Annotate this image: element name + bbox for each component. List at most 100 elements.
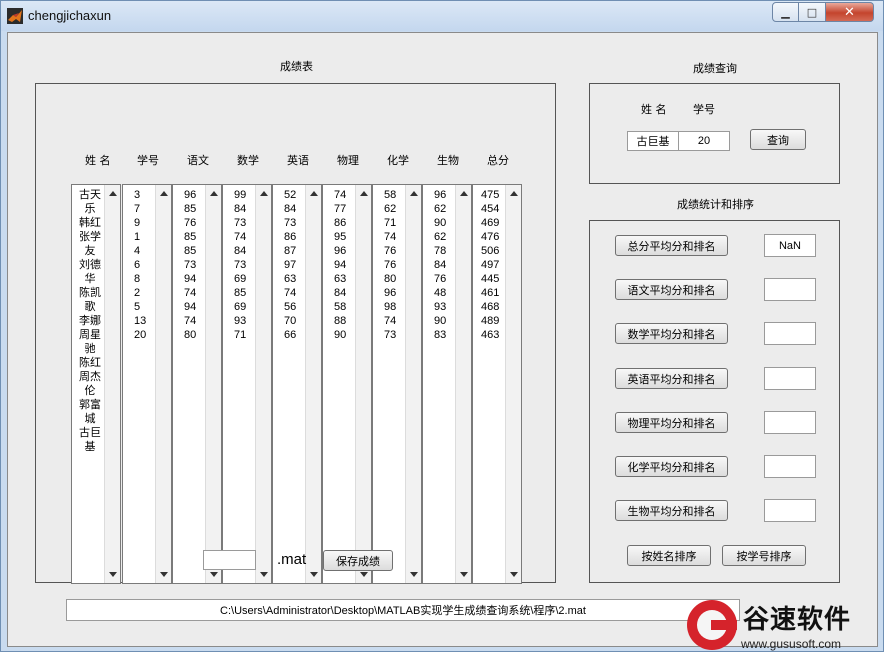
avg-rank-total-button[interactable]: 总分平均分和排名	[615, 235, 728, 256]
list-item[interactable]: 84	[234, 244, 246, 258]
list-item[interactable]: 96	[434, 188, 446, 202]
list-item[interactable]: 76	[384, 258, 396, 272]
list-item[interactable]: 8	[134, 272, 146, 286]
scroll-down-icon[interactable]	[260, 572, 268, 577]
scroll-up-icon[interactable]	[460, 191, 468, 196]
list-item[interactable]: 7	[134, 202, 146, 216]
list-item[interactable]: 74	[234, 230, 246, 244]
list-item[interactable]: 74	[284, 286, 296, 300]
list-item[interactable]: 张学	[76, 230, 104, 244]
list-item[interactable]: 80	[384, 272, 396, 286]
scrollbar[interactable]	[305, 185, 321, 583]
scroll-up-icon[interactable]	[210, 191, 218, 196]
list-item[interactable]: 497	[481, 258, 499, 272]
list-item[interactable]: 周星	[76, 328, 104, 342]
list-item[interactable]: 461	[481, 286, 499, 300]
list-item[interactable]: 83	[434, 328, 446, 342]
list-item[interactable]: 73	[384, 328, 396, 342]
sort-by-name-button[interactable]: 按姓名排序	[627, 545, 711, 566]
list-item[interactable]: 94	[184, 300, 196, 314]
list-item[interactable]: 58	[334, 300, 346, 314]
list-item[interactable]: 74	[384, 230, 396, 244]
list-item[interactable]: 96	[334, 244, 346, 258]
listbox-physics[interactable]: 74 77 86 95 96 94 63 84 58 88 90	[322, 184, 372, 584]
list-item[interactable]: 80	[184, 328, 196, 342]
avg-rank-chinese-button[interactable]: 语文平均分和排名	[615, 279, 728, 300]
list-item[interactable]: 古巨	[76, 426, 104, 440]
list-item[interactable]: 13	[134, 314, 146, 328]
list-item[interactable]: 20	[134, 328, 146, 342]
list-item[interactable]: 93	[434, 300, 446, 314]
scroll-down-icon[interactable]	[510, 572, 518, 577]
query-button[interactable]: 查询	[750, 129, 806, 150]
list-item[interactable]: 468	[481, 300, 499, 314]
listbox-math[interactable]: 99 84 73 74 84 73 69 85 69 93 71	[222, 184, 272, 584]
scroll-up-icon[interactable]	[510, 191, 518, 196]
list-item[interactable]: 78	[434, 244, 446, 258]
scroll-up-icon[interactable]	[160, 191, 168, 196]
list-item[interactable]: 94	[334, 258, 346, 272]
list-item[interactable]: 76	[434, 272, 446, 286]
scroll-down-icon[interactable]	[410, 572, 418, 577]
list-item[interactable]: 97	[284, 258, 296, 272]
scrollbar[interactable]	[505, 185, 521, 583]
list-item[interactable]: 84	[434, 258, 446, 272]
listbox-names[interactable]: 古天乐韩红 张学友刘德华陈凯歌李娜 周星驰陈红 周杰伦郭富城古巨基	[71, 184, 121, 584]
list-item[interactable]: 郭富	[76, 398, 104, 412]
minimize-button[interactable]: ▁	[772, 2, 799, 22]
list-item[interactable]: 71	[384, 216, 396, 230]
scroll-down-icon[interactable]	[360, 572, 368, 577]
list-item[interactable]: 86	[334, 216, 346, 230]
list-item[interactable]: 99	[234, 188, 246, 202]
list-item[interactable]: 2	[134, 286, 146, 300]
scrollbar[interactable]	[255, 185, 271, 583]
list-item[interactable]: 驰	[76, 342, 104, 356]
list-item[interactable]: 基	[76, 440, 104, 454]
list-item[interactable]: 陈凯	[76, 286, 104, 300]
list-item[interactable]: 76	[184, 216, 196, 230]
list-item[interactable]: 98	[384, 300, 396, 314]
list-item[interactable]: 84	[334, 286, 346, 300]
list-item[interactable]: 90	[434, 314, 446, 328]
avg-rank-biology-button[interactable]: 生物平均分和排名	[615, 500, 728, 521]
list-item[interactable]: 62	[434, 230, 446, 244]
scrollbar[interactable]	[205, 185, 221, 583]
scroll-down-icon[interactable]	[210, 572, 218, 577]
save-scores-button[interactable]: 保存成绩	[323, 550, 393, 571]
list-item[interactable]: 6	[134, 258, 146, 272]
scrollbar[interactable]	[355, 185, 371, 583]
scroll-down-icon[interactable]	[310, 572, 318, 577]
list-item[interactable]: 85	[234, 286, 246, 300]
list-item[interactable]: 古天	[76, 188, 104, 202]
list-item[interactable]: 乐	[76, 202, 104, 216]
list-item[interactable]: 70	[284, 314, 296, 328]
list-item[interactable]: 陈红	[76, 356, 104, 370]
scroll-up-icon[interactable]	[109, 191, 117, 196]
listbox-chinese[interactable]: 96 85 76 85 85 73 94 74 94 74 80	[172, 184, 222, 584]
list-item[interactable]: 73	[234, 216, 246, 230]
list-item[interactable]: 歌	[76, 300, 104, 314]
list-item[interactable]: 87	[284, 244, 296, 258]
list-item[interactable]: 85	[184, 202, 196, 216]
scrollbar[interactable]	[405, 185, 421, 583]
list-item[interactable]: 73	[184, 258, 196, 272]
avg-rank-english-button[interactable]: 英语平均分和排名	[615, 368, 728, 389]
list-item[interactable]: 73	[234, 258, 246, 272]
list-item[interactable]: 77	[334, 202, 346, 216]
listbox-ids[interactable]: 3 7 9 1 4 6 8 2 5 13 20	[122, 184, 172, 584]
avg-rank-physics-button[interactable]: 物理平均分和排名	[615, 412, 728, 433]
listbox-english[interactable]: 52 84 73 86 87 97 63 74 56 70 66	[272, 184, 322, 584]
avg-rank-chemistry-button[interactable]: 化学平均分和排名	[615, 456, 728, 477]
scroll-up-icon[interactable]	[310, 191, 318, 196]
list-item[interactable]: 9	[134, 216, 146, 230]
list-item[interactable]: 62	[384, 202, 396, 216]
list-item[interactable]: 506	[481, 244, 499, 258]
list-item[interactable]: 刘德	[76, 258, 104, 272]
list-item[interactable]: 71	[234, 328, 246, 342]
avg-rank-math-button[interactable]: 数学平均分和排名	[615, 323, 728, 344]
list-item[interactable]: 69	[234, 300, 246, 314]
list-item[interactable]: 489	[481, 314, 499, 328]
list-item[interactable]: 96	[384, 286, 396, 300]
list-item[interactable]: 伦	[76, 384, 104, 398]
list-item[interactable]: 463	[481, 328, 499, 342]
